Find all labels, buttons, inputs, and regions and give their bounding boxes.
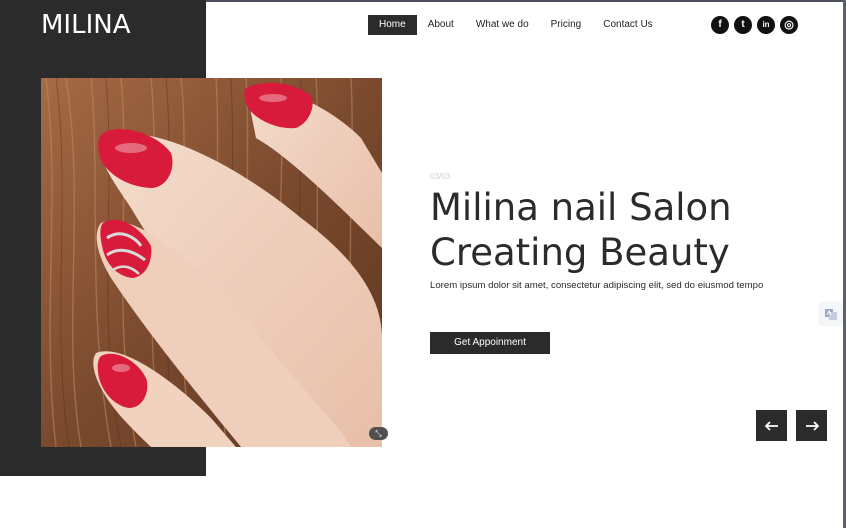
hero-description: Lorem ipsum dolor sit amet, consectetur … (430, 280, 764, 291)
slide-counter: 03/03 (430, 172, 451, 181)
slider-next-button[interactable] (796, 410, 827, 441)
floating-widget-icon[interactable] (820, 303, 842, 325)
nav-item-home[interactable]: Home (368, 15, 417, 35)
translate-icon (825, 309, 837, 320)
nail-hand-image (41, 78, 382, 447)
hero-photo (41, 78, 382, 447)
nav-item-contact-us[interactable]: Contact Us (592, 15, 663, 35)
hero-title-line-2: Creating Beauty (430, 231, 730, 274)
facebook-icon[interactable]: f (711, 16, 729, 34)
slider-prev-button[interactable] (756, 410, 787, 441)
arrow-right-icon (805, 420, 819, 431)
nav-item-about[interactable]: About (417, 15, 465, 35)
social-links: f t in ◎ (711, 16, 803, 34)
hero-title-line-1: Milina nail Salon (430, 186, 732, 229)
brand-logo[interactable]: MILINA (41, 10, 131, 40)
expand-icon[interactable]: ⤡ (369, 427, 388, 440)
hero-title: Milina nail Salon Creating Beauty (430, 185, 830, 275)
arrow-left-icon (764, 420, 778, 431)
main-nav: Home About What we do Pricing Contact Us (368, 15, 664, 35)
nav-item-pricing[interactable]: Pricing (540, 15, 593, 35)
linkedin-icon[interactable]: in (757, 16, 775, 34)
instagram-icon[interactable]: ◎ (780, 16, 798, 34)
page: MILINA ⤡ Home About What we do Pricing C… (0, 0, 846, 528)
get-appointment-button[interactable]: Get Appoinment (430, 332, 550, 354)
nav-item-what-we-do[interactable]: What we do (465, 15, 540, 35)
twitter-icon[interactable]: t (734, 16, 752, 34)
